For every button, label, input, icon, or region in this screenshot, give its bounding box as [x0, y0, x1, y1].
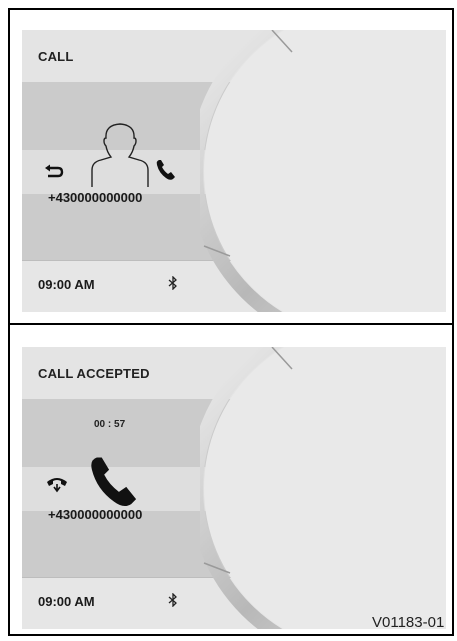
caller-number: +430000000000	[48, 190, 143, 205]
phone-icon[interactable]	[156, 159, 176, 181]
timer-band	[22, 399, 446, 467]
figure-sheet: CALL +430000000000 09:00 AM CALL ACCEPTE…	[0, 0, 457, 641]
figure-code: V01183-01	[372, 614, 445, 631]
status-time: 09:00 AM	[38, 277, 95, 292]
screen-title: CALL ACCEPTED	[38, 366, 150, 381]
screen-title: CALL	[38, 49, 74, 64]
title-bar	[22, 30, 446, 82]
contact-band	[22, 82, 446, 150]
panel-divider	[8, 323, 454, 325]
bluetooth-icon	[168, 276, 177, 290]
call-accepted-screen: CALL ACCEPTED 00 : 57 +430000000000 09:0…	[22, 347, 446, 629]
incoming-call-screen: CALL +430000000000 09:00 AM	[22, 30, 446, 312]
action-band	[22, 150, 446, 194]
call-timer: 00 : 57	[94, 419, 126, 430]
end-call-icon[interactable]	[46, 473, 68, 495]
bluetooth-icon	[168, 593, 177, 607]
caller-number: +430000000000	[48, 507, 143, 522]
status-time: 09:00 AM	[38, 594, 95, 609]
contact-silhouette-icon	[91, 123, 149, 187]
back-arrow-icon[interactable]	[44, 164, 64, 180]
action-band	[22, 467, 446, 511]
phone-icon[interactable]	[88, 455, 140, 509]
